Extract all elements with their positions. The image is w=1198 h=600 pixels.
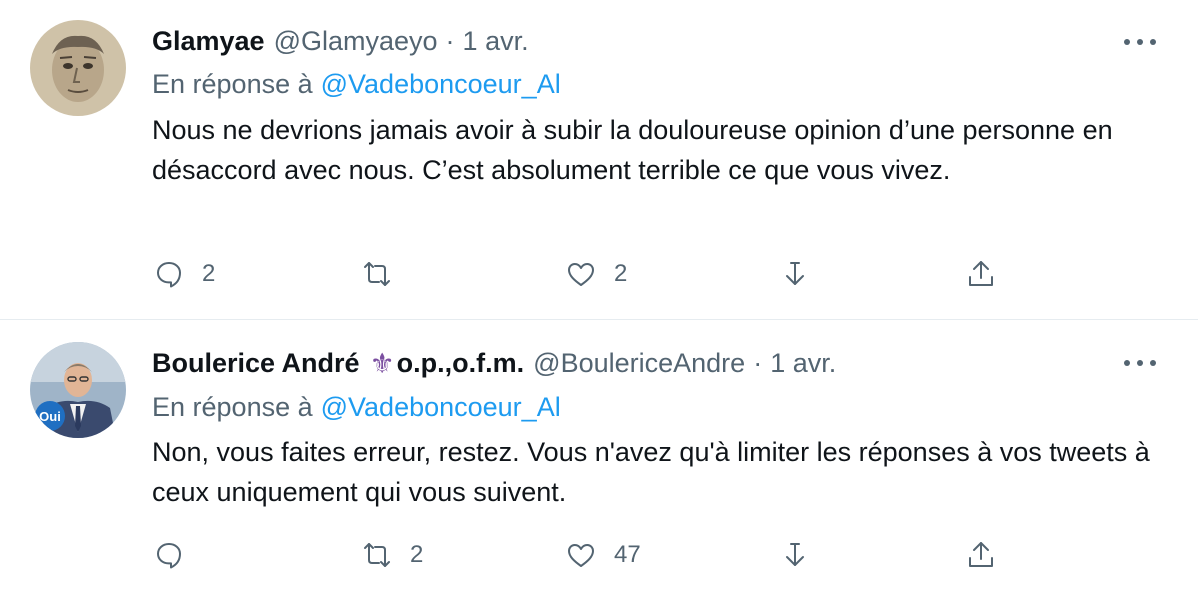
reply-context: En réponse à @Vadeboncoeur_Al	[152, 387, 561, 427]
save-button[interactable]	[780, 535, 810, 575]
reply-mention-link[interactable]: @Vadeboncoeur_Al	[321, 392, 561, 423]
action-bar: 2 2	[152, 254, 1012, 294]
tweet[interactable]: Oui Boulerice André ⚜ o.p.,o.f.m. @Boule…	[0, 320, 1198, 600]
like-button[interactable]: 47	[566, 535, 641, 575]
share-upload-icon	[969, 542, 993, 567]
reply-mention-link[interactable]: @Vadeboncoeur_Al	[321, 69, 561, 100]
tweet-text: Non, vous faites erreur, restez. Vous n'…	[152, 437, 1150, 507]
tweet-date[interactable]: 1 avr.	[770, 348, 836, 379]
like-button[interactable]: 2	[566, 254, 627, 294]
share-button[interactable]	[966, 535, 996, 575]
heart-icon	[568, 263, 594, 286]
speech-bubble-icon	[157, 262, 181, 288]
download-arrow-icon	[786, 543, 804, 566]
reply-prefix: En réponse à	[152, 68, 313, 99]
share-button[interactable]	[966, 254, 996, 294]
tweet[interactable]: Glamyae @Glamyaeyo · 1 avr. En réponse à…	[0, 0, 1198, 320]
retweet-icon	[364, 262, 390, 286]
reply-prefix: En réponse à	[152, 391, 313, 422]
retweet-count: 2	[410, 541, 424, 568]
avatar[interactable]: Oui	[30, 342, 126, 438]
reply-count: 2	[202, 260, 216, 287]
user-handle[interactable]: @Glamyaeyo	[274, 26, 438, 57]
avatar[interactable]	[30, 20, 126, 116]
share-upload-icon	[969, 261, 993, 286]
download-arrow-icon	[786, 262, 804, 285]
tweet-header: Boulerice André ⚜ o.p.,o.f.m. @Boulerice…	[152, 343, 836, 383]
retweet-button[interactable]	[362, 254, 410, 294]
user-handle[interactable]: @BoulericeAndre	[533, 348, 745, 379]
retweet-button[interactable]: 2	[362, 535, 423, 575]
separator-dot: ·	[753, 347, 763, 378]
display-name-suffix[interactable]: o.p.,o.f.m.	[397, 348, 525, 379]
heart-icon	[568, 544, 594, 567]
display-name[interactable]: Boulerice André	[152, 348, 360, 379]
action-bar: 2 47	[152, 535, 1012, 575]
more-options-icon[interactable]	[1118, 348, 1162, 378]
like-count: 2	[614, 260, 628, 287]
display-name[interactable]: Glamyae	[152, 26, 265, 57]
fleur-de-lis-icon: ⚜	[369, 347, 395, 379]
reply-button[interactable]: 2	[154, 254, 215, 294]
tweet-header: Glamyae @Glamyaeyo · 1 avr.	[152, 21, 529, 61]
retweet-icon	[364, 543, 390, 567]
like-count: 47	[614, 541, 641, 568]
separator-dot: ·	[445, 25, 455, 56]
more-options-icon[interactable]	[1118, 27, 1162, 57]
save-button[interactable]	[780, 254, 810, 294]
tweet-date[interactable]: 1 avr.	[463, 26, 529, 57]
reply-button[interactable]	[154, 535, 202, 575]
speech-bubble-icon	[157, 543, 181, 569]
tweet-text: Nous ne devrions jamais avoir à subir la…	[152, 115, 1113, 185]
avatar-badge-text: Oui	[39, 409, 61, 424]
reply-context: En réponse à @Vadeboncoeur_Al	[152, 64, 561, 104]
